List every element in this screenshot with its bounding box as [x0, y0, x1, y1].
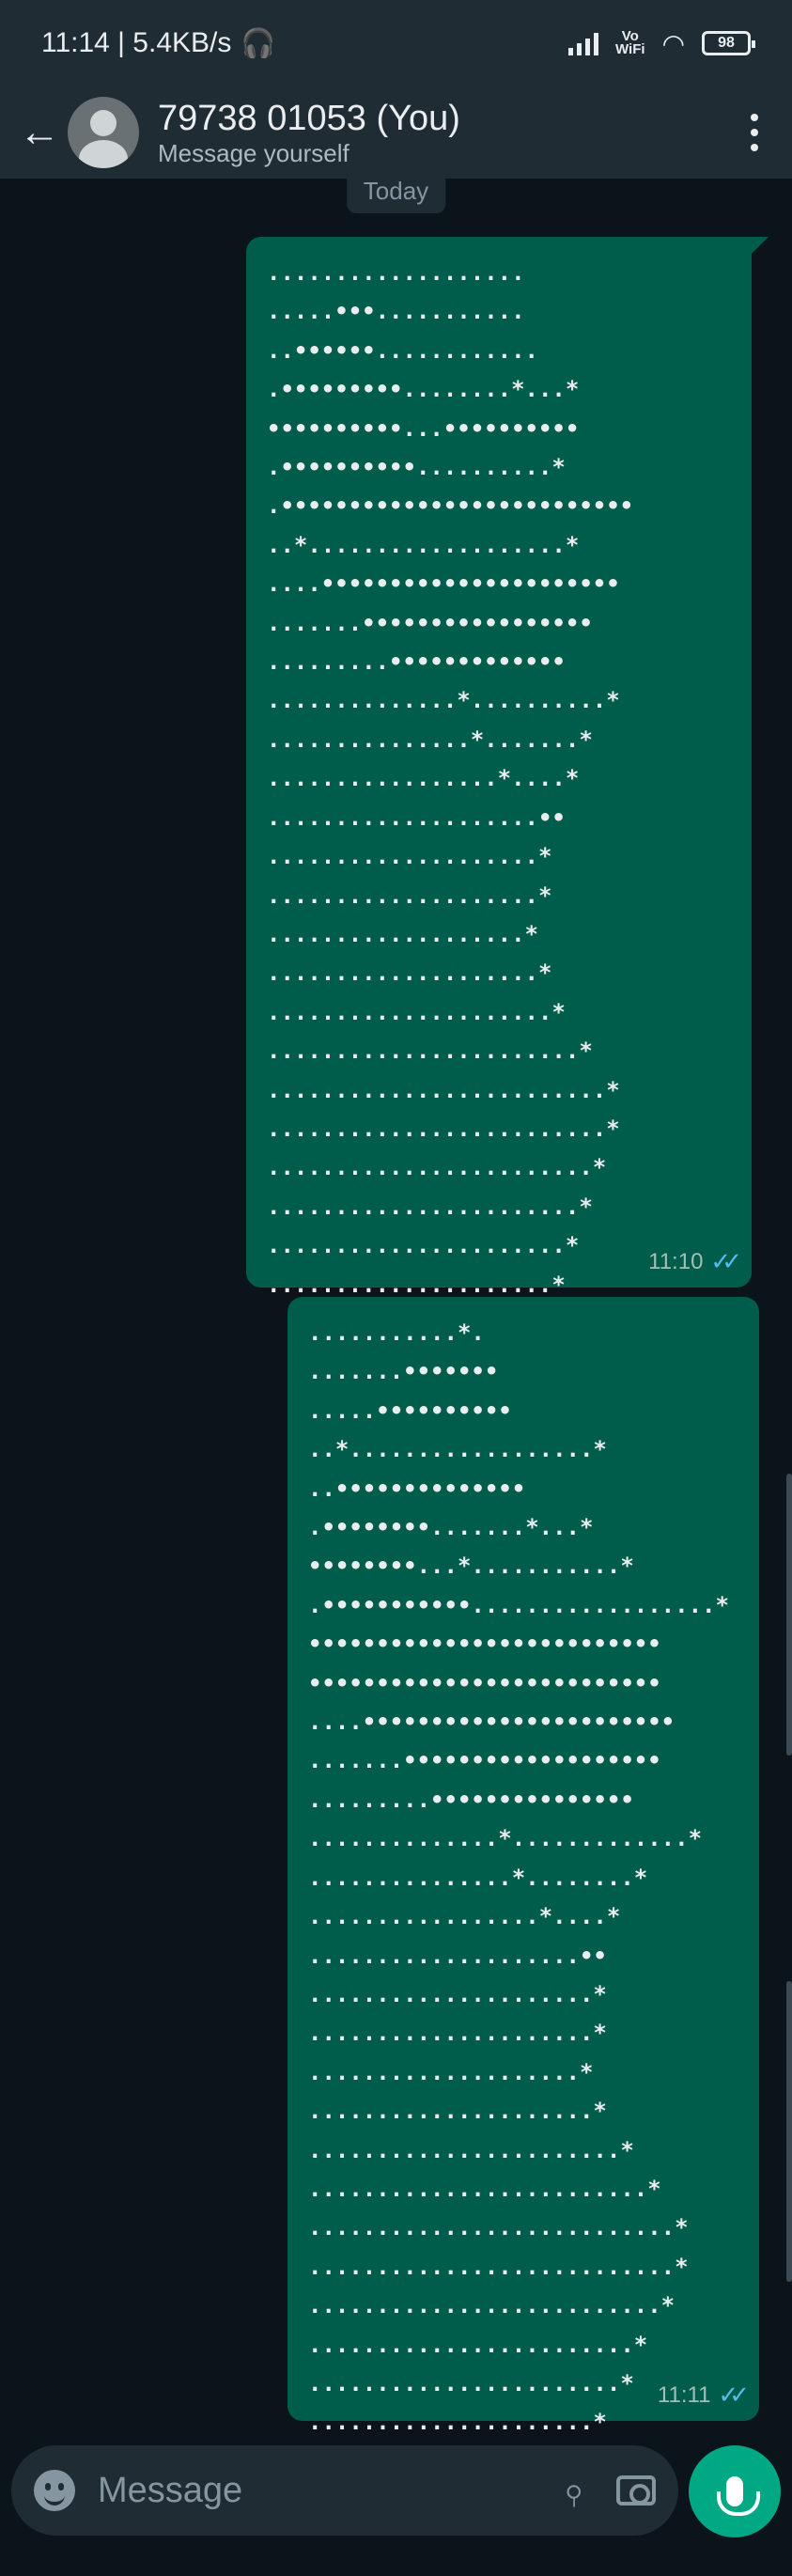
back-arrow-icon[interactable]: ← — [19, 109, 60, 156]
status-time-speed: 11:14 | 5.4KB/s — [41, 27, 232, 58]
message-time: 11:10 — [648, 1248, 704, 1274]
battery-level: 98 — [718, 35, 735, 51]
message-time: 11:11 — [657, 2381, 711, 2408]
message-list[interactable]: Today ................... .....•••......… — [0, 179, 792, 2454]
more-options-icon[interactable] — [736, 114, 773, 151]
read-ticks-icon: ✓✓ — [710, 1247, 741, 1275]
message-meta: 11:11 ✓✓ — [657, 2381, 750, 2410]
vowifi-label: Vo WiFi — [615, 28, 645, 57]
read-ticks-icon: ✓✓ — [718, 2381, 749, 2409]
message-bubble-outgoing[interactable]: ................... .....•••........... … — [246, 237, 769, 1298]
chat-subtitle: Message yourself — [158, 139, 349, 167]
status-bar: 11:14 | 5.4KB/s 🎧 Vo WiFi ◠ 98 — [0, 0, 792, 86]
battery-icon: 98 — [702, 31, 755, 55]
avatar-icon[interactable] — [68, 97, 139, 168]
message-input-field[interactable]: Message ⌕ — [11, 2445, 678, 2536]
headphones-icon: 🎧 — [241, 27, 276, 59]
message-bubble-outgoing[interactable]: ...........*. .......••••••• .....••••••… — [287, 1297, 759, 2435]
message-text: ................... .....•••........... … — [267, 259, 634, 1298]
message-text: ...........*. .......••••••• .....••••••… — [308, 1319, 729, 2436]
date-chip: Today — [346, 179, 446, 213]
signal-icon — [568, 31, 599, 55]
wifi-icon: ◠ — [661, 28, 685, 58]
status-right: Vo WiFi ◠ 98 — [568, 28, 755, 59]
composer: Message ⌕ — [0, 2434, 792, 2576]
scrollbar-track-segment — [786, 1981, 792, 2282]
contact-info[interactable]: 79738 01053 (You) Message yourself — [158, 98, 736, 167]
camera-icon[interactable] — [616, 2475, 656, 2506]
mic-icon — [717, 2476, 760, 2516]
chat-header: ← 79738 01053 (You) Message yourself — [0, 86, 792, 179]
mic-button[interactable] — [689, 2445, 781, 2537]
status-left: 11:14 | 5.4KB/s 🎧 — [41, 27, 568, 60]
scrollbar[interactable] — [786, 1474, 792, 1756]
chat-title: 79738 01053 (You) — [158, 99, 460, 138]
message-input[interactable]: Message — [98, 2471, 562, 2511]
message-meta: 11:10 ✓✓ — [648, 1247, 742, 1276]
emoji-icon[interactable] — [34, 2470, 75, 2511]
